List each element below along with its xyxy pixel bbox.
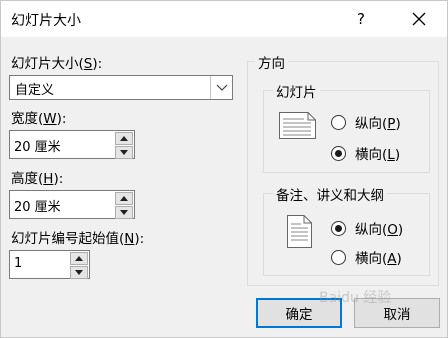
- height-increment-button[interactable]: [115, 192, 133, 205]
- slides-landscape-radio[interactable]: 横向(L): [331, 143, 400, 163]
- radio-circle[interactable]: [331, 249, 346, 265]
- title-bar: 幻灯片大小 ?: [1, 1, 447, 37]
- width-label: 宽度(W):: [11, 111, 67, 127]
- close-icon: [412, 12, 426, 26]
- height-label: 高度(H):: [11, 171, 64, 187]
- dialog-title: 幻灯片大小: [11, 13, 81, 29]
- radio-circle-selected[interactable]: [331, 220, 346, 236]
- landscape-page-icon: [279, 112, 316, 139]
- close-button[interactable]: [397, 1, 441, 37]
- slide-number-spinner[interactable]: 1: [9, 250, 90, 279]
- orientation-title: 方向: [255, 52, 288, 72]
- slide-size-label: 幻灯片大小(S):: [11, 56, 103, 72]
- slide-number-label: 幻灯片编号起始值(N):: [11, 231, 145, 247]
- caret-down-icon: [75, 270, 83, 275]
- caret-down-icon: [120, 210, 128, 215]
- notes-landscape-radio[interactable]: 横向(A): [331, 247, 402, 267]
- caret-up-icon: [75, 256, 83, 261]
- portrait-page-icon: [287, 215, 312, 248]
- notes-landscape-label: 横向(A): [355, 251, 402, 267]
- notes-orientation-title: 备注、讲义和大纲: [273, 184, 387, 204]
- ok-button[interactable]: 确定: [256, 298, 342, 328]
- slides-portrait-label: 纵向(P): [355, 116, 401, 132]
- notes-portrait-radio[interactable]: 纵向(O): [331, 218, 403, 238]
- width-value[interactable]: 20 厘米: [14, 136, 61, 155]
- caret-up-icon: [120, 196, 128, 201]
- cancel-button[interactable]: 取消: [354, 298, 440, 328]
- slide-number-increment-button[interactable]: [70, 252, 88, 265]
- notes-portrait-label: 纵向(O): [355, 222, 404, 238]
- help-button[interactable]: ?: [341, 1, 381, 37]
- width-decrement-button[interactable]: [115, 146, 133, 159]
- slides-portrait-radio[interactable]: 纵向(P): [331, 112, 401, 132]
- chevron-down-icon: [216, 84, 227, 91]
- slide-size-dialog: 幻灯片大小 ? 幻灯片大小(S): 自定义 宽度(W): 20 厘米 高度(H)…: [0, 0, 448, 338]
- width-spinner[interactable]: 20 厘米: [9, 130, 135, 159]
- slide-size-select[interactable]: 自定义: [9, 75, 233, 100]
- slide-number-value[interactable]: 1: [14, 256, 22, 271]
- caret-up-icon: [120, 136, 128, 141]
- radio-circle-selected[interactable]: [331, 145, 346, 161]
- caret-down-icon: [120, 150, 128, 155]
- height-decrement-button[interactable]: [115, 206, 133, 219]
- height-spinner[interactable]: 20 厘米: [9, 190, 135, 219]
- slides-landscape-label: 横向(L): [355, 147, 401, 163]
- width-increment-button[interactable]: [115, 132, 133, 145]
- slide-size-value: 自定义: [15, 83, 55, 98]
- slides-orientation-title: 幻灯片: [273, 81, 320, 101]
- slide-number-decrement-button[interactable]: [70, 266, 88, 279]
- radio-circle[interactable]: [331, 114, 346, 130]
- height-value[interactable]: 20 厘米: [14, 196, 61, 215]
- dropdown-arrow[interactable]: [210, 76, 232, 99]
